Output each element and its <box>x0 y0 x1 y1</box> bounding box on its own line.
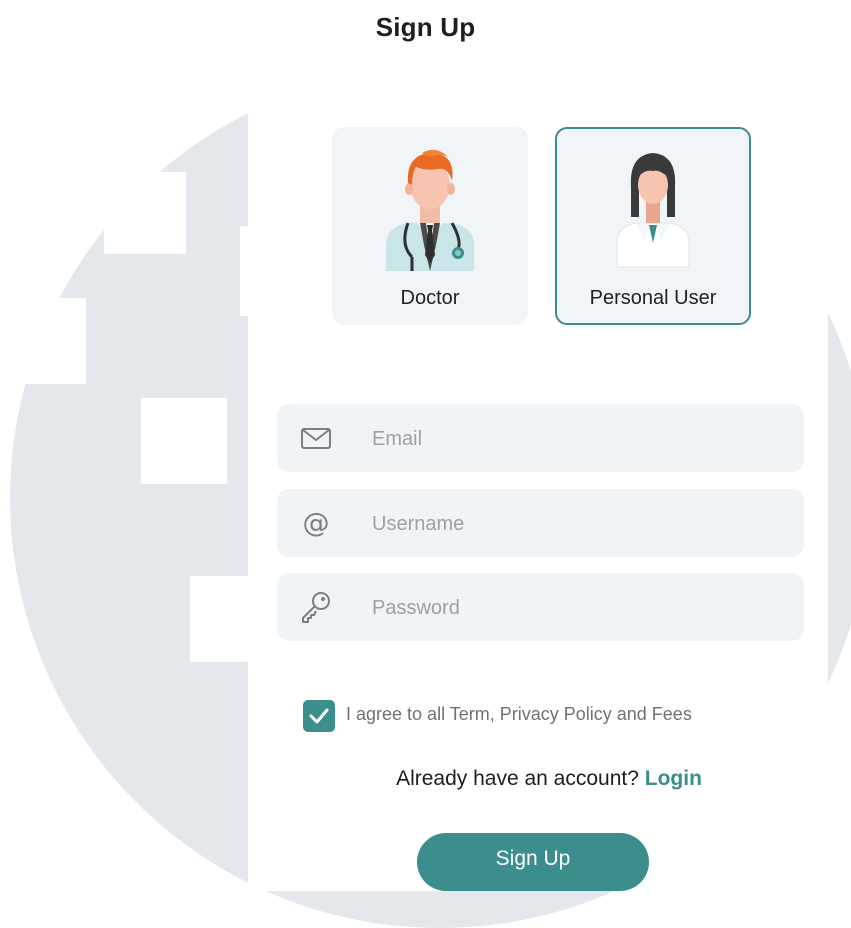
checkmark-icon <box>309 708 329 724</box>
background-square <box>104 172 186 254</box>
password-field <box>277 573 804 641</box>
sign-up-button[interactable]: Sign Up <box>417 833 649 891</box>
role-label-personal-user: Personal User <box>589 287 717 309</box>
page-title: Sign Up <box>375 12 476 42</box>
background-square <box>0 298 86 384</box>
doctor-avatar-icon <box>386 149 474 271</box>
role-card-doctor[interactable]: Doctor <box>332 127 528 325</box>
terms-checkbox[interactable] <box>303 700 335 732</box>
background-square <box>190 576 250 662</box>
login-link[interactable]: Login <box>645 767 702 790</box>
username-field: @ <box>277 489 804 557</box>
email-field <box>277 404 804 472</box>
username-input[interactable] <box>370 503 774 545</box>
background-square <box>141 398 227 484</box>
login-prompt: Already have an account? <box>396 767 639 790</box>
password-input[interactable] <box>370 587 774 629</box>
terms-label: I agree to all Term, Privacy Policy and … <box>346 704 692 724</box>
at-sign-icon: @ <box>303 508 330 539</box>
email-input[interactable] <box>370 418 774 460</box>
svg-text:@: @ <box>303 508 330 539</box>
login-prompt-line: Already have an account? Login <box>0 767 851 791</box>
personal-user-avatar-icon <box>616 153 690 268</box>
role-card-personal-user[interactable]: Personal User <box>555 127 751 325</box>
role-label-doctor: Doctor <box>400 287 460 309</box>
key-icon <box>302 592 330 623</box>
envelope-icon <box>301 428 331 449</box>
